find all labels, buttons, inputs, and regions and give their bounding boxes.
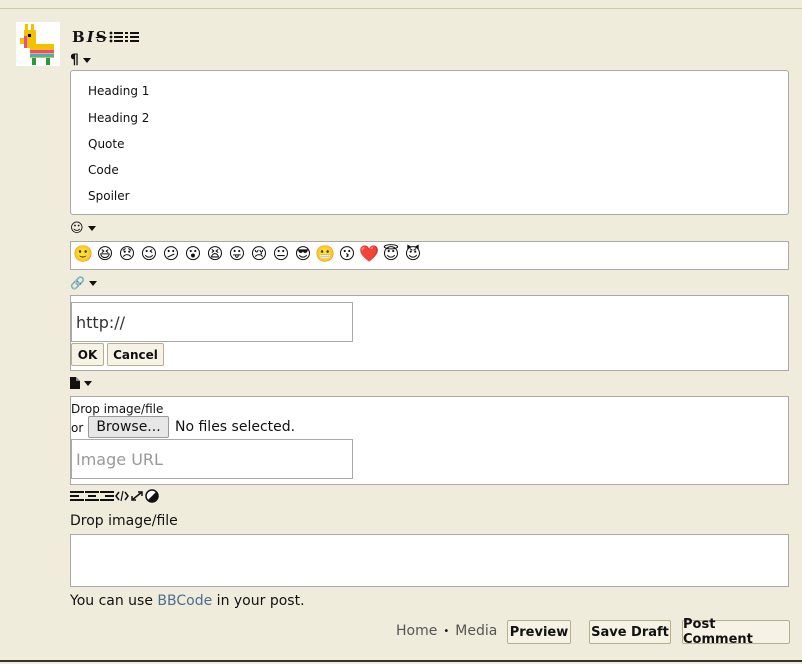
emoji-button[interactable]: 😆 [95, 244, 115, 264]
menu-item-code[interactable]: Code [88, 163, 119, 177]
cancel-button[interactable]: Cancel [107, 343, 164, 366]
emoji-button[interactable]: 😞 [117, 244, 137, 264]
menu-item-heading-1[interactable]: Heading 1 [88, 84, 149, 98]
url-input[interactable] [71, 302, 353, 342]
image-url-input[interactable] [71, 439, 353, 479]
emoji-dropdown[interactable]: ☺ [70, 221, 96, 236]
bbcode-hint: You can use BBCode in your post. [70, 593, 305, 609]
top-divider [0, 8, 802, 9]
menu-item-quote[interactable]: Quote [88, 137, 124, 151]
chevron-down-icon [88, 280, 97, 286]
emoji-button[interactable]: 😎 [293, 244, 313, 264]
browse-button[interactable]: Browse... [88, 416, 169, 438]
strikethrough-button[interactable]: S [96, 28, 107, 46]
emoji-row: 🙂 😆 😞 😉 😕 😮 😫 😛 😢 😐 😎 😬 😗 ❤️ 😇 😈 [71, 242, 788, 266]
code-icon[interactable] [115, 490, 129, 502]
format-toolbar: B I S [72, 28, 139, 46]
chevron-down-icon [84, 380, 92, 386]
ordered-list-icon[interactable] [124, 30, 139, 44]
separator: • [443, 625, 450, 637]
emoji-button[interactable]: 😕 [161, 244, 181, 264]
emoji-button[interactable]: 😛 [227, 244, 247, 264]
emoji-button[interactable]: 😮 [183, 244, 203, 264]
emoji-button[interactable]: 😬 [315, 244, 335, 264]
chevron-down-icon [82, 57, 91, 63]
home-link[interactable]: Home [396, 623, 437, 639]
emoji-button[interactable]: 😫 [205, 244, 225, 264]
emoji-button[interactable]: 😈 [403, 244, 423, 264]
file-icon [70, 377, 80, 389]
bold-button[interactable]: B [72, 28, 85, 46]
emoji-button[interactable]: ❤️ [359, 244, 379, 264]
paragraph-icon: ¶ [70, 52, 79, 68]
post-comment-button[interactable]: Post Comment [682, 617, 790, 647]
heading-menu: Heading 1 Heading 2 Quote Code Spoiler [70, 70, 789, 215]
emoji-panel: 🙂 😆 😞 😉 😕 😮 😫 😛 😢 😐 😎 😬 😗 ❤️ 😇 😈 [70, 241, 789, 270]
menu-item-heading-2[interactable]: Heading 2 [88, 111, 149, 125]
file-dropdown[interactable] [70, 377, 92, 389]
avatar [16, 22, 60, 66]
expand-icon[interactable] [130, 490, 144, 502]
preview-button[interactable]: Preview [507, 620, 571, 644]
editor-drop-label: Drop image/file [70, 513, 178, 529]
menu-item-spoiler[interactable]: Spoiler [88, 189, 130, 203]
unordered-list-icon[interactable] [109, 30, 123, 44]
paragraph-dropdown[interactable]: ¶ [70, 52, 91, 68]
media-link[interactable]: Media [455, 623, 497, 639]
bottom-divider [0, 660, 802, 662]
drop-file-label: Drop image/file [71, 402, 164, 416]
chevron-down-icon [87, 226, 96, 231]
link-icon: 🔗 [70, 276, 85, 290]
bbcode-link[interactable]: BBCode [157, 593, 212, 609]
align-center-icon[interactable] [85, 490, 99, 502]
save-draft-button[interactable]: Save Draft [589, 620, 671, 644]
comment-textarea[interactable] [70, 534, 789, 587]
link-dropdown[interactable]: 🔗 [70, 276, 97, 290]
ok-button[interactable]: OK [71, 343, 104, 366]
hint-prefix: You can use [70, 593, 158, 609]
emoji-button[interactable]: 😉 [139, 244, 159, 264]
emoji-button[interactable]: 😢 [249, 244, 269, 264]
or-label: or [71, 421, 84, 435]
align-toolbar [70, 489, 159, 503]
hint-suffix: in your post. [212, 593, 305, 609]
italic-button[interactable]: I [87, 28, 94, 46]
contrast-icon[interactable] [145, 489, 159, 503]
align-right-icon[interactable] [100, 490, 114, 502]
footer-links: Home • Media [396, 623, 497, 639]
emoji-button[interactable]: 😐 [271, 244, 291, 264]
align-left-icon[interactable] [70, 490, 84, 502]
smiley-icon: ☺ [70, 221, 84, 236]
emoji-button[interactable]: 😇 [381, 244, 401, 264]
emoji-button[interactable]: 🙂 [73, 244, 93, 264]
no-files-label: No files selected. [175, 419, 296, 435]
emoji-button[interactable]: 😗 [337, 244, 357, 264]
